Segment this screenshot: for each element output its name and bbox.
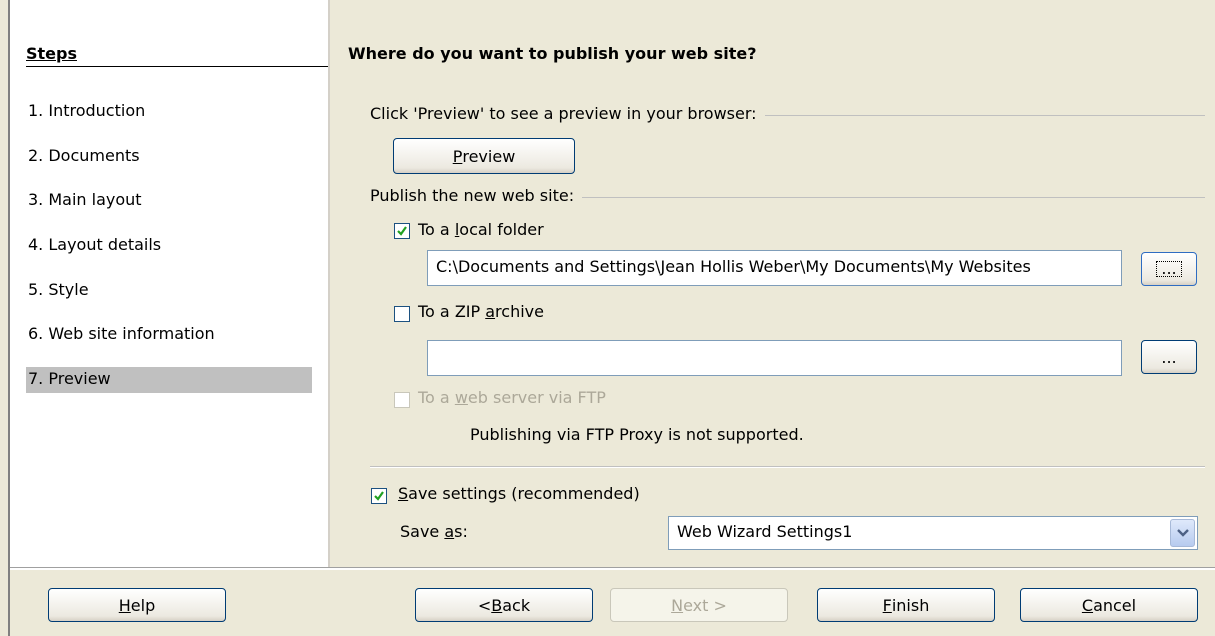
local-folder-label-post: ocal folder bbox=[459, 220, 544, 239]
step-web-site-information[interactable]: 6. Web site information bbox=[28, 324, 215, 343]
local-folder-path-input[interactable]: C:\Documents and Settings\Jean Hollis We… bbox=[427, 250, 1122, 286]
local-folder-label-pre: To a bbox=[418, 220, 455, 239]
ftp-label-pre: To a bbox=[418, 388, 455, 407]
save-settings-checkbox[interactable] bbox=[371, 488, 387, 504]
local-folder-browse-button[interactable]: ... bbox=[1141, 252, 1197, 286]
step-style[interactable]: 5. Style bbox=[28, 280, 89, 299]
preview-button-label-post: review bbox=[462, 146, 516, 166]
save-as-label-pre: Save bbox=[400, 522, 445, 541]
save-settings-accel: S bbox=[398, 484, 409, 503]
publish-group-label: Publish the new web site: bbox=[370, 186, 583, 205]
zip-archive-checkbox[interactable] bbox=[394, 306, 410, 322]
checkmark-icon bbox=[374, 491, 384, 501]
finish-button[interactable]: Finish bbox=[817, 588, 995, 622]
cancel-label-post: ancel bbox=[1093, 595, 1137, 615]
zip-archive-path-input[interactable] bbox=[427, 340, 1122, 376]
preview-button[interactable]: Preview bbox=[393, 138, 575, 174]
checkmark-icon bbox=[397, 226, 407, 236]
step-main-layout[interactable]: 3. Main layout bbox=[28, 190, 142, 209]
next-accel: N bbox=[671, 595, 684, 615]
window-left-border bbox=[0, 0, 10, 636]
local-folder-label[interactable]: To a local folder bbox=[418, 220, 544, 239]
preview-group-label: Click 'Preview' to see a preview in your… bbox=[370, 104, 765, 123]
chevron-down-icon bbox=[1176, 529, 1189, 537]
ftp-proxy-note: Publishing via FTP Proxy is not supporte… bbox=[470, 425, 804, 444]
next-button: Next > bbox=[610, 588, 788, 622]
save-as-label: Save as: bbox=[400, 522, 468, 541]
cancel-accel: C bbox=[1081, 595, 1094, 615]
save-as-value: Web Wizard Settings1 bbox=[677, 522, 853, 541]
back-button[interactable]: < Back bbox=[415, 588, 593, 622]
page-title: Where do you want to publish your web si… bbox=[348, 44, 757, 63]
help-accel: H bbox=[118, 595, 131, 615]
ftp-label-post: eb server via FTP bbox=[467, 388, 606, 407]
zip-archive-label[interactable]: To a ZIP archive bbox=[418, 302, 544, 321]
step-layout-details[interactable]: 4. Layout details bbox=[28, 235, 161, 254]
step-introduction[interactable]: 1. Introduction bbox=[28, 101, 145, 120]
zip-archive-accel: a bbox=[485, 302, 496, 321]
step-documents[interactable]: 2. Documents bbox=[28, 146, 140, 165]
settings-separator bbox=[370, 466, 1205, 468]
save-as-dropdown-button[interactable] bbox=[1170, 519, 1195, 547]
steps-title: Steps bbox=[26, 44, 77, 63]
zip-archive-label-pre: To a ZIP bbox=[418, 302, 486, 321]
save-as-label-post: s: bbox=[454, 522, 468, 541]
local-folder-checkbox[interactable] bbox=[394, 223, 410, 239]
save-settings-label-post: ave settings (recommended) bbox=[408, 484, 640, 503]
back-accel: B bbox=[491, 595, 503, 615]
local-folder-browse-label: ... bbox=[1156, 261, 1182, 277]
save-as-accel: a bbox=[444, 522, 455, 541]
back-label-post: ack bbox=[502, 595, 531, 615]
zip-archive-label-post: rchive bbox=[495, 302, 544, 321]
help-button[interactable]: Help bbox=[48, 588, 226, 622]
finish-label-post: inish bbox=[891, 595, 930, 615]
finish-accel: F bbox=[882, 595, 892, 615]
back-label-pre: < bbox=[477, 595, 492, 615]
zip-archive-browse-button[interactable]: ... bbox=[1141, 340, 1197, 374]
preview-button-accel: P bbox=[452, 146, 463, 166]
next-label-post: ext > bbox=[683, 595, 727, 615]
ftp-checkbox bbox=[394, 392, 410, 408]
save-as-combobox[interactable]: Web Wizard Settings1 bbox=[668, 516, 1198, 550]
ftp-label: To a web server via FTP bbox=[418, 388, 606, 407]
step-preview[interactable]: 7. Preview bbox=[28, 369, 111, 388]
help-label-post: elp bbox=[130, 595, 156, 615]
steps-title-underline bbox=[26, 66, 328, 67]
footer-separator bbox=[10, 567, 1215, 570]
cancel-button[interactable]: Cancel bbox=[1020, 588, 1198, 622]
ftp-accel: w bbox=[454, 388, 468, 407]
save-settings-label[interactable]: Save settings (recommended) bbox=[398, 484, 640, 503]
